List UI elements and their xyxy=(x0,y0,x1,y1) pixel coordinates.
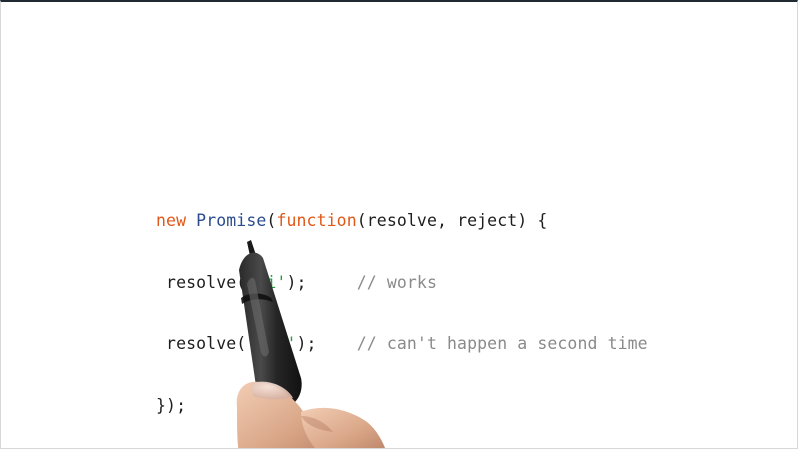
resolve-call: resolve( xyxy=(166,334,247,353)
keyword-function: function xyxy=(276,211,357,230)
code-line-4: }); xyxy=(156,396,648,417)
code-line-3: resolve('bye'); // can't happen a second… xyxy=(156,334,648,355)
code-snippet: new Promise(function(resolve, reject) { … xyxy=(156,170,648,448)
comment-works: // works xyxy=(356,272,437,292)
paren-open: ( xyxy=(266,211,277,230)
string-hi: 'hi' xyxy=(246,272,287,292)
video-frame: new Promise(function(resolve, reject) { … xyxy=(0,0,798,449)
call-end: ); xyxy=(296,334,317,353)
closing-braces: }); xyxy=(156,395,187,415)
class-promise: Promise xyxy=(196,211,267,230)
code-line-2: resolve('hi'); // works xyxy=(156,273,648,294)
string-bye: 'bye' xyxy=(246,334,297,353)
comment-second-time: // can't happen a second time xyxy=(356,334,648,353)
code-line-1: new Promise(function(resolve, reject) { xyxy=(156,211,648,232)
keyword-new: new xyxy=(156,211,187,230)
function-params: (resolve, reject) { xyxy=(356,211,548,230)
call-end: ); xyxy=(286,272,307,292)
resolve-call: resolve( xyxy=(166,272,247,292)
